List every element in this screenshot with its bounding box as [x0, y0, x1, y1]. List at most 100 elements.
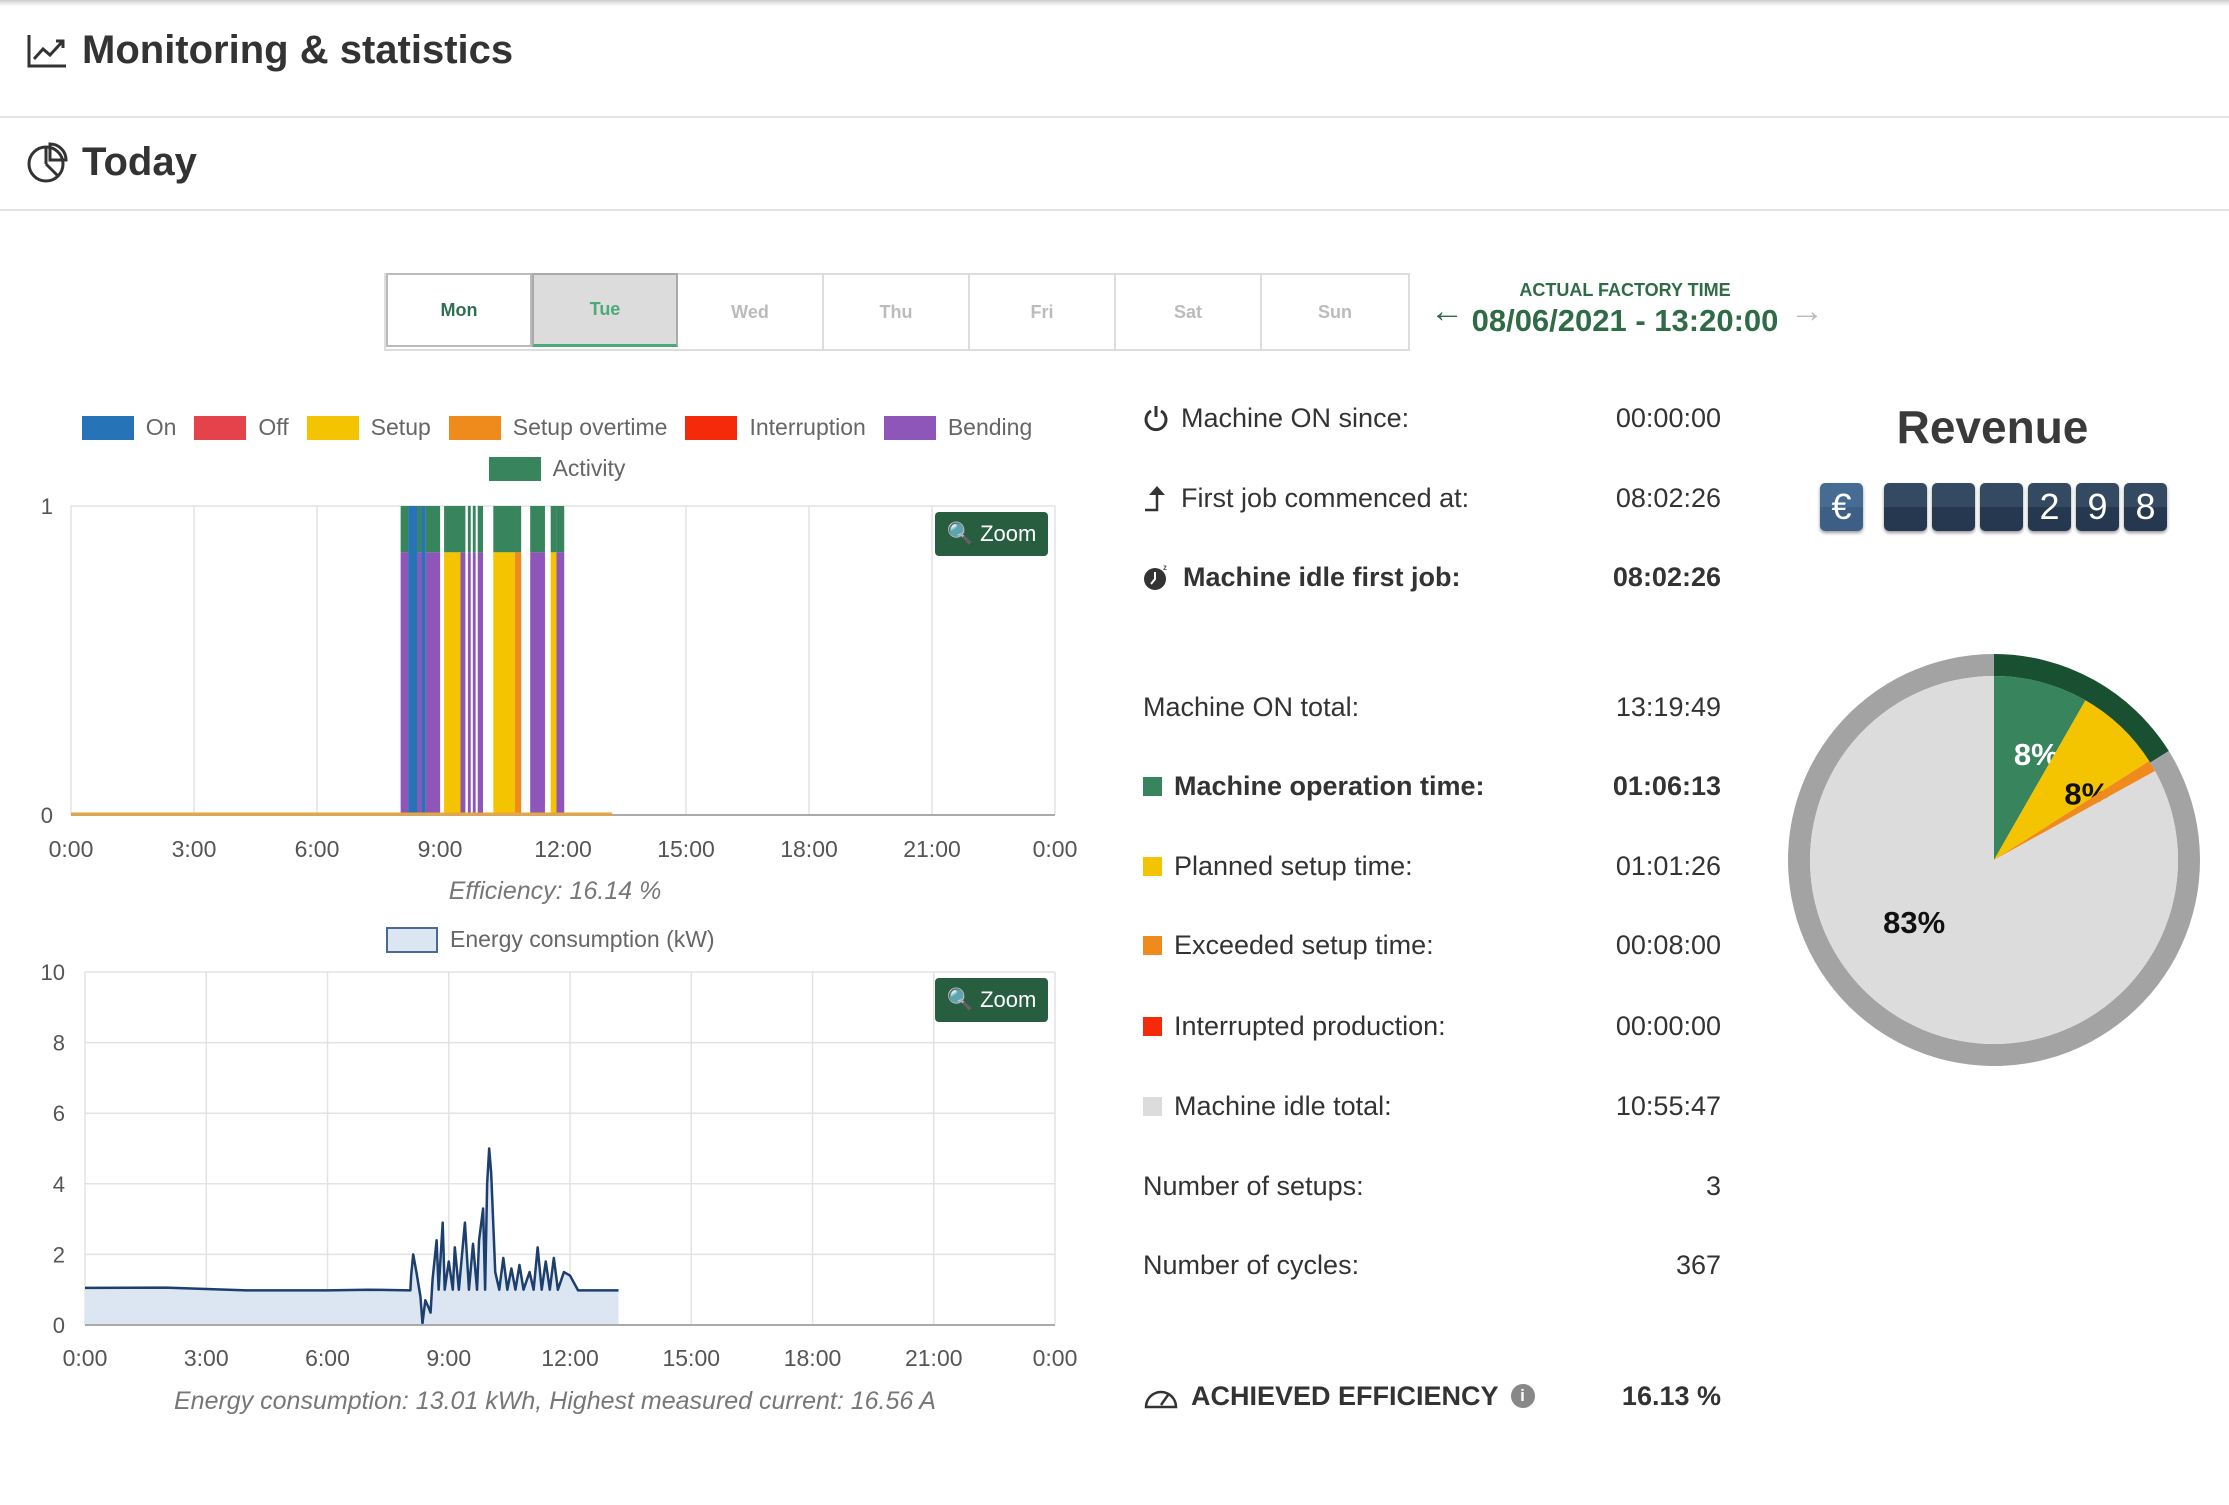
factory-time: ACTUAL FACTORY TIME 08/06/2021 - 13:20:0… — [1470, 280, 1780, 339]
prev-day-arrow-icon[interactable]: ← — [1430, 292, 1464, 331]
legend-item[interactable]: Off — [194, 414, 289, 441]
stat-label: Exceeded setup time: — [1174, 929, 1434, 960]
stat-row: Planned setup time: 01:01:26 — [1143, 846, 1721, 886]
legend-swatch — [386, 926, 438, 953]
x-tick-label: 18:00 — [784, 1345, 842, 1371]
zoom-in-icon: 🔍 — [946, 521, 975, 546]
day-tabs: Mon Tue Wed Thu Fri Sat Sun — [384, 273, 1410, 351]
stat-label: Planned setup time: — [1174, 850, 1413, 881]
sleeping-clock-icon: z — [1143, 562, 1171, 592]
stat-value: 08:02:26 — [1615, 482, 1721, 513]
stat-label: First job commenced at: — [1181, 482, 1470, 513]
stat-value: 00:00:00 — [1615, 1010, 1721, 1041]
activity-bar — [425, 506, 440, 553]
x-tick-label: 12:00 — [534, 836, 592, 862]
x-tick-label: 3:00 — [172, 836, 217, 862]
tab-sat[interactable]: Sat — [1116, 275, 1262, 349]
info-icon[interactable]: i — [1510, 1384, 1535, 1408]
state-bar — [472, 552, 476, 815]
tab-tue[interactable]: Tue — [532, 273, 678, 347]
revenue-counter: € 2 9 8 — [1820, 483, 2167, 531]
stat-label: Machine operation time: — [1174, 770, 1485, 801]
x-tick-label: 12:00 — [541, 1345, 599, 1371]
x-tick-label: 9:00 — [418, 836, 463, 862]
color-square-icon — [1143, 856, 1162, 876]
tab-wed[interactable]: Wed — [678, 275, 824, 349]
section-header: Today — [26, 140, 197, 185]
stat-value: 00:08:00 — [1615, 929, 1721, 960]
x-tick-label: 6:00 — [305, 1345, 350, 1371]
stat-value: 13:19:49 — [1615, 691, 1721, 722]
tab-thu[interactable]: Thu — [824, 275, 970, 349]
color-square-icon — [1143, 1096, 1162, 1116]
stat-label: Number of setups: — [1143, 1170, 1364, 1201]
color-square-icon — [1143, 1016, 1162, 1036]
legend-swatch — [488, 456, 541, 481]
efficiency-caption: Efficiency: 16.14 % — [448, 877, 662, 905]
stat-row: Machine idle total: 10:55:47 — [1143, 1086, 1721, 1126]
legend-swatch — [194, 415, 247, 440]
revenue-digit: 8 — [2124, 483, 2167, 531]
x-tick-label: 21:00 — [903, 836, 961, 862]
legend-label: Setup — [370, 414, 431, 440]
state-bar — [467, 552, 471, 815]
y-tick-label: 0 — [53, 1313, 65, 1338]
svg-text:z: z — [1163, 563, 1167, 572]
legend-item[interactable]: On — [81, 414, 177, 441]
factory-time-value: 08/06/2021 - 13:20:00 — [1471, 303, 1779, 338]
legend-swatch — [883, 415, 936, 440]
legend-swatch — [448, 415, 501, 440]
activity-bar — [444, 506, 461, 553]
divider — [0, 116, 2229, 118]
legend-label: Bending — [947, 414, 1033, 440]
stat-label: Machine ON since: — [1181, 402, 1410, 433]
legend-item[interactable]: Bending — [883, 414, 1033, 441]
x-tick-label: 6:00 — [295, 836, 340, 862]
zoom-in-icon: 🔍 — [946, 987, 975, 1012]
revenue-title: Revenue — [1896, 401, 2089, 453]
stat-value: 00:00:00 — [1615, 402, 1721, 433]
stat-row: First job commenced at: 08:02:26 — [1143, 478, 1721, 518]
tab-mon[interactable]: Mon — [386, 273, 532, 347]
next-day-arrow-icon[interactable]: → — [1790, 292, 1824, 331]
legend-item[interactable]: Setup — [306, 414, 431, 441]
euro-icon: € — [1820, 483, 1863, 531]
state-bar — [460, 552, 466, 815]
x-tick-label: 3:00 — [184, 1345, 229, 1371]
legend-item[interactable]: Activity — [488, 455, 626, 482]
stat-row: Interrupted production: 00:00:00 — [1143, 1006, 1721, 1046]
tab-fri[interactable]: Fri — [970, 275, 1116, 349]
legend-label: Activity — [552, 455, 626, 481]
zoom-button[interactable]: 🔍 Zoom — [935, 512, 1048, 556]
activity-bar — [515, 506, 522, 553]
x-tick-label: 21:00 — [905, 1345, 963, 1371]
stat-label: Interrupted production: — [1174, 1010, 1446, 1041]
page-header: Monitoring & statistics — [26, 28, 513, 73]
stat-row: z Machine idle first job: 08:02:26 — [1143, 557, 1721, 597]
legend-label: On — [145, 414, 177, 440]
revenue-digit: 2 — [2028, 483, 2071, 531]
state-bar — [550, 552, 557, 815]
stat-value: 08:02:26 — [1612, 561, 1721, 592]
line-chart-icon — [27, 34, 66, 67]
legend-label: Energy consumption (kW) — [450, 926, 715, 952]
stat-label: Number of cycles: — [1143, 1249, 1360, 1280]
state-bar — [408, 506, 418, 815]
stat-row: Number of setups: 3 — [1143, 1166, 1721, 1206]
zoom-label: Zoom — [980, 987, 1037, 1012]
tab-sun[interactable]: Sun — [1262, 275, 1408, 349]
activity-bar — [467, 506, 471, 553]
legend-item[interactable]: Interruption — [685, 414, 866, 441]
efficiency-value: 16.13 % — [1621, 1380, 1721, 1411]
factory-time-label: ACTUAL FACTORY TIME — [1519, 280, 1731, 300]
zoom-button[interactable]: 🔍 Zoom — [935, 978, 1048, 1022]
x-tick-label: 15:00 — [657, 836, 715, 862]
page-title: Monitoring & statistics — [82, 28, 514, 72]
activity-bar — [530, 506, 545, 553]
state-bar — [477, 552, 484, 815]
activity-bar — [493, 506, 516, 553]
legend-swatch — [306, 415, 359, 440]
x-tick-label: 18:00 — [780, 836, 838, 862]
x-tick-label: 0:00 — [1033, 1345, 1078, 1371]
legend-item[interactable]: Setup overtime — [448, 414, 667, 441]
